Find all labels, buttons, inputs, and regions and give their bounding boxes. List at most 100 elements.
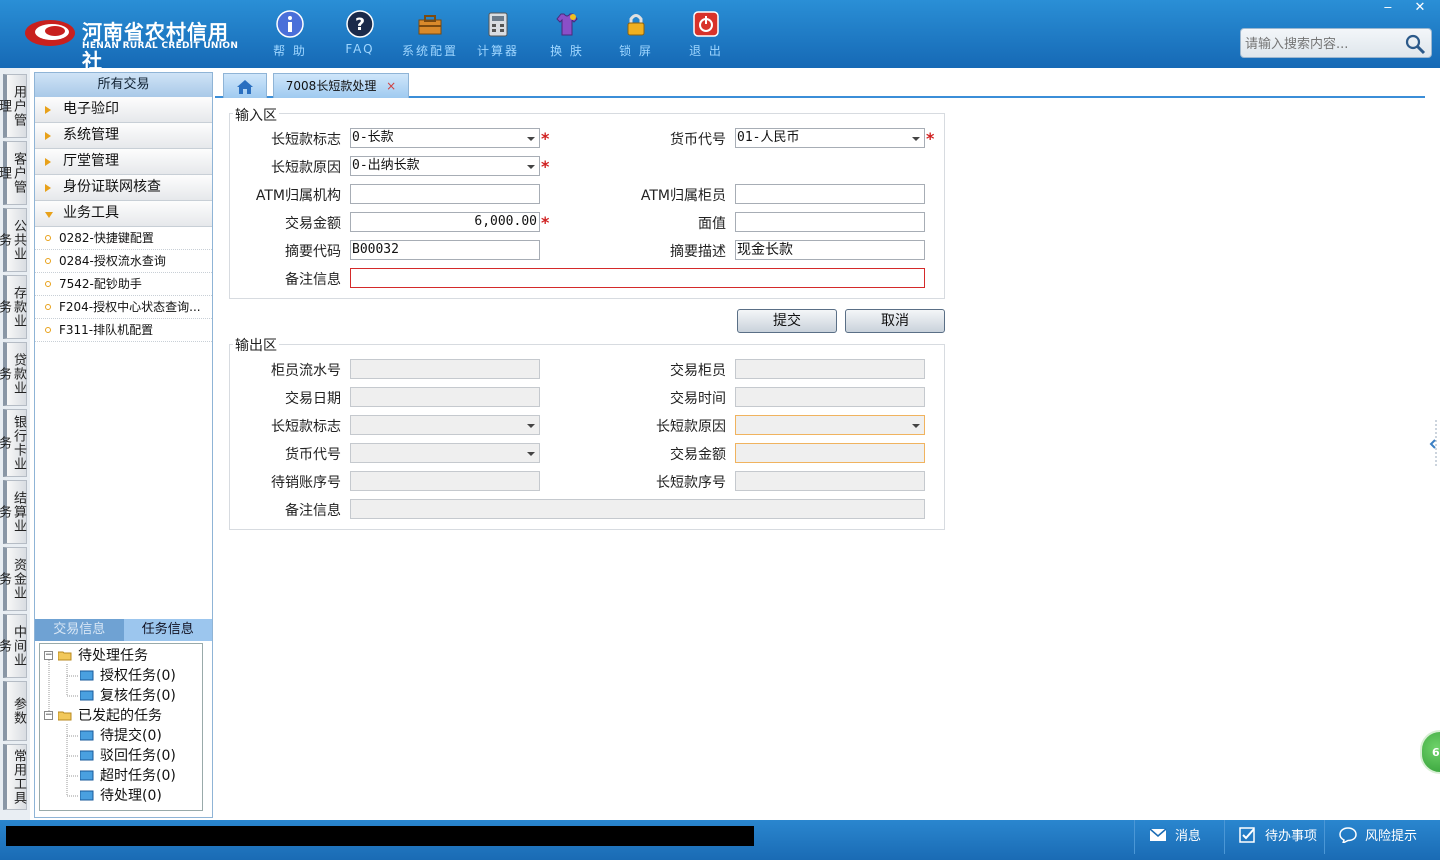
credit-union-logo-icon: [25, 20, 75, 46]
group-business-tools[interactable]: 业务工具: [35, 201, 212, 227]
vtab-fund-business[interactable]: 资金业务: [0, 547, 27, 611]
tab-7008[interactable]: 7008长短款处理 ×: [273, 73, 409, 98]
teller-serial-field: [350, 359, 540, 379]
change-skin-button[interactable]: 换 肤: [537, 8, 597, 60]
messages-button[interactable]: 消息: [1134, 820, 1224, 854]
required-mark: *: [541, 213, 550, 232]
tree-node-review-tasks[interactable]: 复核任务(0): [80, 687, 176, 705]
tree-node-auth-tasks[interactable]: 授权任务(0): [80, 667, 176, 685]
group-label: 厅堂管理: [63, 153, 119, 169]
amount-field[interactable]: 6,000.00: [350, 212, 540, 232]
tree-node-label: 待处理(0): [100, 788, 162, 804]
exit-label: 退 出: [689, 44, 723, 58]
badge-count: 68: [1432, 746, 1440, 759]
exit-button[interactable]: 退 出: [676, 8, 736, 60]
risk-alert-button[interactable]: 风险提示: [1324, 820, 1440, 854]
tab-task-info[interactable]: 任务信息: [123, 619, 212, 641]
reason-select[interactable]: 0-出纳长款: [350, 156, 540, 176]
list-item[interactable]: F311-排队机配置: [35, 319, 212, 342]
bullet-icon: [45, 327, 51, 333]
atm-teller-field[interactable]: [735, 184, 925, 204]
tree-node-label: 待处理任务: [78, 648, 148, 664]
minimize-button[interactable]: ‒: [1374, 0, 1402, 18]
chevron-down-icon: [527, 424, 535, 428]
group-electronic-seal[interactable]: 电子验印: [35, 97, 212, 123]
folder-open-icon: [58, 711, 72, 721]
seq-no-label: 长短款序号: [656, 475, 726, 491]
todo-button[interactable]: 待办事项: [1224, 820, 1324, 854]
summary-desc-field[interactable]: 现金长款: [735, 240, 925, 260]
vtab-deposit-business[interactable]: 存款业务: [0, 275, 27, 339]
mail-icon: [1149, 828, 1167, 841]
chevron-down-icon: [527, 452, 535, 456]
vtab-common-tools[interactable]: 常用工具: [3, 744, 27, 810]
vtab-loan-business[interactable]: 贷款业务: [0, 342, 27, 406]
vtab-parameters[interactable]: 参数: [3, 681, 27, 741]
search-icon[interactable]: [1403, 32, 1427, 56]
group-hall-management[interactable]: 厅堂管理: [35, 149, 212, 175]
expand-arrow-icon: [45, 132, 51, 140]
system-config-button[interactable]: 系统配置: [400, 8, 460, 60]
tree-collapse-icon[interactable]: −: [44, 711, 53, 720]
search-box: [1240, 28, 1432, 58]
atm-teller-label: ATM归属柜员: [640, 188, 726, 204]
face-value-label: 面值: [698, 216, 726, 232]
submit-button[interactable]: 提交: [737, 309, 837, 333]
trade-date-label: 交易日期: [285, 391, 341, 407]
writeoff-no-field: [350, 471, 540, 491]
vtab-public-business[interactable]: 公共业务: [0, 208, 27, 272]
flag-select[interactable]: 0-长款: [350, 128, 540, 148]
folder-icon: [80, 750, 94, 761]
summary-code-field[interactable]: B00032: [350, 240, 540, 260]
status-bar: 消息 待办事项 风险提示: [0, 820, 1440, 860]
list-item[interactable]: 0284-授权流水查询: [35, 250, 212, 273]
list-item[interactable]: F204-授权中心状态查询...: [35, 296, 212, 319]
vtab-settlement-business[interactable]: 结算业务: [0, 480, 27, 544]
side-collapse-handle[interactable]: [1428, 420, 1440, 466]
tree-node-initiated-tasks[interactable]: 已发起的任务: [58, 707, 162, 725]
chevron-down-icon: [912, 137, 920, 141]
remark-field[interactable]: [350, 268, 925, 288]
search-input[interactable]: [1245, 34, 1405, 54]
list-item-label: F311-排队机配置: [59, 323, 154, 337]
teller-field: [735, 359, 925, 379]
tree-collapse-icon[interactable]: −: [44, 651, 53, 660]
group-label: 系统管理: [63, 127, 119, 143]
faq-button[interactable]: ? FAQ: [330, 8, 390, 60]
tab-transaction-info[interactable]: 交易信息: [35, 619, 124, 641]
calculator-icon: [488, 12, 508, 37]
tree-node-pending-tasks[interactable]: 待处理任务: [58, 647, 148, 665]
close-window-button[interactable]: ✕: [1406, 0, 1434, 18]
bullet-icon: [45, 304, 51, 310]
bullet-icon: [45, 281, 51, 287]
list-item[interactable]: 0282-快捷键配置: [35, 227, 212, 250]
currency-select[interactable]: 01-人民币: [735, 128, 925, 148]
calculator-button[interactable]: 计算器: [468, 8, 528, 60]
tree-node-to-submit[interactable]: 待提交(0): [80, 727, 162, 745]
folder-icon: [80, 770, 94, 781]
tab-home[interactable]: [223, 73, 267, 98]
atm-org-field[interactable]: [350, 184, 540, 204]
tree-node-to-process[interactable]: 待处理(0): [80, 787, 162, 805]
group-id-verification[interactable]: 身份证联网核查: [35, 175, 212, 201]
vtab-customer-management[interactable]: 客户管理: [0, 141, 27, 205]
vtab-bank-card-business[interactable]: 银行卡业务: [0, 409, 27, 477]
list-item[interactable]: 7542-配钞助手: [35, 273, 212, 296]
amount-label: 交易金额: [285, 216, 341, 232]
folder-icon: [80, 690, 94, 701]
tree-node-rejected[interactable]: 驳回任务(0): [80, 747, 176, 765]
tree-node-timeout[interactable]: 超时任务(0): [80, 767, 176, 785]
vtab-user-management[interactable]: 用户管理: [0, 74, 27, 138]
vtab-intermediary-business[interactable]: 中间业务: [0, 614, 27, 678]
cancel-button[interactable]: 取消: [845, 309, 945, 333]
tree-node-label: 待提交(0): [100, 728, 162, 744]
expand-arrow-icon: [45, 158, 51, 166]
group-system-management[interactable]: 系统管理: [35, 123, 212, 149]
face-value-field[interactable]: [735, 212, 925, 232]
lock-screen-button[interactable]: 锁 屏: [606, 8, 666, 60]
folder-icon: [80, 670, 94, 681]
bullet-icon: [45, 235, 51, 241]
help-button[interactable]: 帮 助: [260, 8, 320, 60]
task-tree: − 待处理任务 授权任务(0) 复核任务(0) − 已发起的任务 待提交(0) …: [39, 643, 203, 811]
close-tab-icon[interactable]: ×: [386, 79, 396, 93]
